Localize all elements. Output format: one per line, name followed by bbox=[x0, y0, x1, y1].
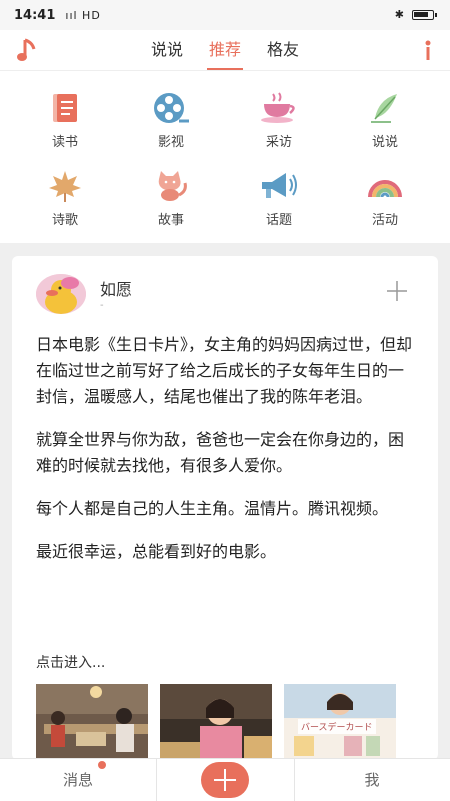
category-label: 影视 bbox=[157, 135, 184, 150]
teacup-icon bbox=[261, 92, 295, 123]
category-label: 话题 bbox=[265, 213, 292, 228]
battery-icon bbox=[412, 9, 437, 20]
rainbow-icon bbox=[368, 180, 402, 198]
poster-title-text: バースデーカード bbox=[298, 719, 376, 734]
maple-leaf-icon bbox=[49, 171, 81, 202]
enter-link[interactable]: 点击进入... bbox=[36, 652, 105, 672]
category-grid: 读书 影视 采访 说说 诗歌 故事 话题 活动 bbox=[0, 71, 450, 243]
film-reel-icon bbox=[154, 93, 189, 123]
top-tabs: 说说 推荐 格友 bbox=[0, 30, 450, 70]
tab-friends[interactable]: 格友 bbox=[265, 30, 301, 70]
bluetooth-icon: ✱ bbox=[394, 8, 404, 21]
post-card[interactable]: 如愿 - 日本电影《生日卡片》，女主角的妈妈因病过世，但却在临过世之前写好了给之… bbox=[12, 256, 438, 760]
duck-avatar-icon bbox=[36, 274, 86, 314]
info-icon[interactable] bbox=[420, 36, 436, 64]
movie-still-image bbox=[36, 684, 148, 760]
category-label: 诗歌 bbox=[51, 213, 78, 228]
category-label: 采访 bbox=[265, 135, 292, 150]
book-icon bbox=[53, 94, 77, 122]
tab-shuoshuo[interactable]: 说说 bbox=[149, 30, 185, 70]
category-label: 故事 bbox=[157, 213, 184, 228]
post-paragraph: 最近很幸运，总能看到好的电影。 bbox=[36, 542, 277, 561]
cat-icon bbox=[158, 171, 187, 201]
top-navigation: 说说 推荐 格友 bbox=[0, 30, 450, 71]
category-film[interactable]: 影视 bbox=[131, 77, 211, 150]
divider bbox=[294, 759, 295, 801]
category-topic[interactable]: 话题 bbox=[239, 155, 319, 228]
avatar[interactable] bbox=[36, 274, 86, 314]
signal-indicator: ııl HD bbox=[65, 8, 101, 22]
post-paragraph: 日本电影《生日卡片》，女主角的妈妈因病过世，但却在临过世之前写好了给之后成长的子… bbox=[36, 335, 413, 406]
post-paragraph: 就算全世界与你为敌，爸爸也一定会在你身边的，困难的时候就去找他，有很多人爱你。 bbox=[36, 430, 405, 475]
status-bar: 14:41 ııl HD ✱ bbox=[0, 0, 450, 30]
unread-dot bbox=[98, 761, 106, 769]
divider bbox=[156, 759, 157, 801]
category-reading[interactable]: 读书 bbox=[25, 77, 105, 150]
post-body: 日本电影《生日卡片》，女主角的妈妈因病过世，但却在临过世之前写好了给之后成长的子… bbox=[36, 332, 416, 582]
post-subline: - bbox=[100, 300, 104, 311]
status-icons: ✱ bbox=[394, 8, 437, 21]
thumbnail-image[interactable]: バースデーカード bbox=[284, 684, 396, 760]
thumbnail-row: バースデーカード bbox=[36, 684, 416, 760]
category-story[interactable]: 故事 bbox=[131, 155, 211, 228]
category-talk[interactable]: 说说 bbox=[345, 77, 425, 150]
category-label: 说说 bbox=[371, 135, 398, 150]
category-poetry[interactable]: 诗歌 bbox=[25, 155, 105, 228]
tab-recommend[interactable]: 推荐 bbox=[206, 30, 244, 70]
post-paragraph: 每个人都是自己的人生主角。温情片。腾讯视频。 bbox=[36, 499, 389, 518]
quill-icon bbox=[371, 94, 397, 123]
add-post-button[interactable] bbox=[201, 762, 249, 798]
category-label: 读书 bbox=[51, 135, 78, 150]
messages-tab[interactable]: 消息 bbox=[33, 759, 123, 801]
category-activity[interactable]: 活动 bbox=[345, 155, 425, 228]
thumbnail-image[interactable] bbox=[160, 684, 272, 760]
follow-plus-icon[interactable] bbox=[386, 280, 408, 302]
megaphone-icon bbox=[262, 173, 297, 198]
me-tab[interactable]: 我 bbox=[327, 759, 417, 801]
thumbnail-image[interactable] bbox=[36, 684, 148, 760]
bottom-navigation: 消息 我 bbox=[0, 758, 450, 801]
post-username[interactable]: 如愿 bbox=[100, 276, 132, 300]
status-time: 14:41 bbox=[14, 7, 56, 23]
movie-still-image bbox=[160, 684, 272, 760]
category-label: 活动 bbox=[371, 213, 398, 228]
category-interview[interactable]: 采访 bbox=[239, 77, 319, 150]
